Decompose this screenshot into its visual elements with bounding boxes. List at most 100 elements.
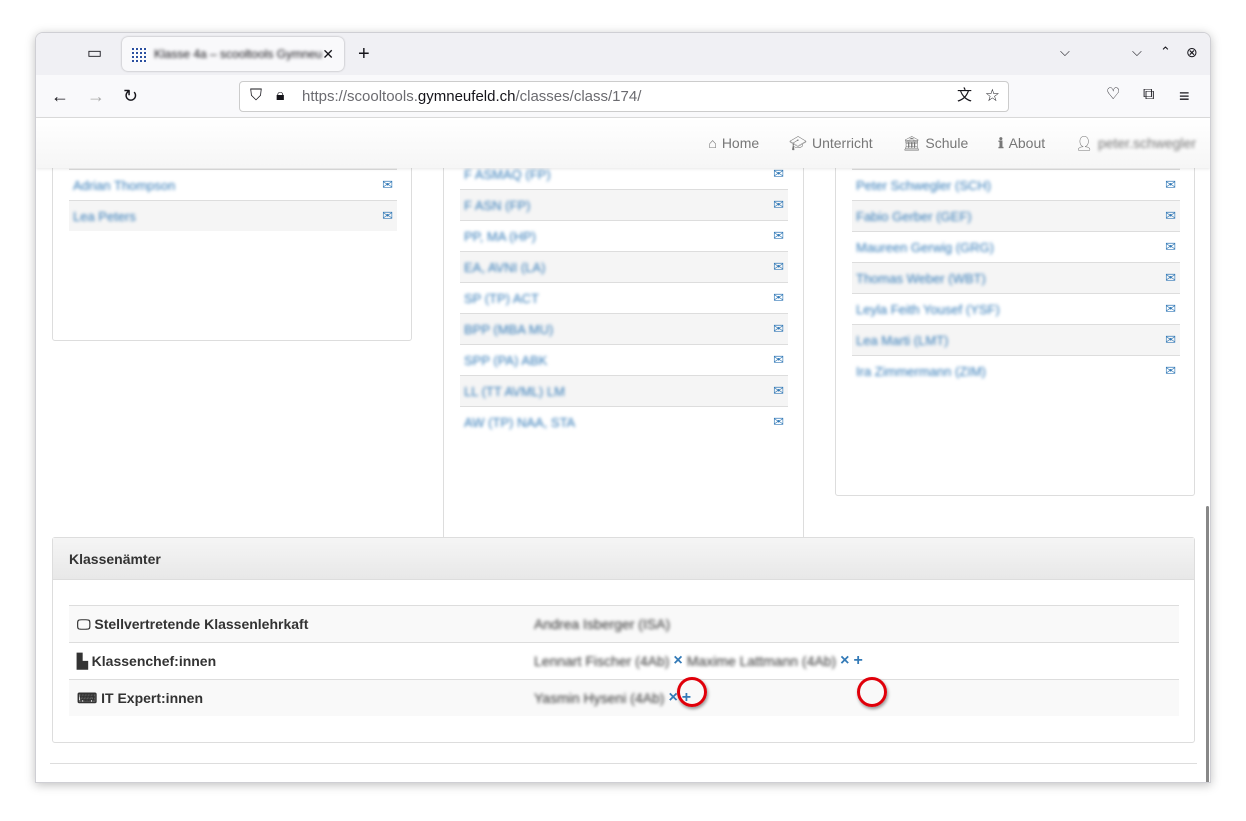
envelope-icon[interactable]: ✉ — [773, 228, 784, 244]
close-tab-icon[interactable]: ✕ — [322, 46, 334, 63]
envelope-icon[interactable]: ✉ — [1165, 177, 1176, 193]
nav-schule[interactable]: 🏛︎ Schule — [903, 135, 969, 152]
user-name: peter.schwegler — [1097, 135, 1196, 151]
person-link[interactable]: PP, MA (HP) — [464, 229, 536, 244]
envelope-icon[interactable]: ✉ — [1165, 239, 1176, 255]
list-item: F ASN (FP) ✉ — [460, 189, 788, 220]
person-link[interactable]: Peter Schwegler (SCH) — [856, 178, 991, 193]
teacher-list-card: Oliver Rohrmoser (PHC)✉Peter Schwegler (… — [835, 138, 1195, 496]
page-content: ⌂ Home 🎓︎ Unterricht 🏛︎ Schule ℹ About 👤︎ pet… — [36, 118, 1210, 782]
list-tabs-icon[interactable]: ⌵ — [1060, 45, 1070, 58]
envelope-icon[interactable]: ✉ — [773, 321, 784, 337]
person-link[interactable]: Leyla Feith Yousef (YSF) — [856, 302, 1000, 317]
role-member[interactable]: Lennart Fischer (4Ab) — [534, 653, 669, 669]
list-item: Ira Zimmermann (ZIM) ✉ — [852, 355, 1180, 386]
site-navbar: ⌂ Home 🎓︎ Unterricht 🏛︎ Schule ℹ About 👤︎ pet… — [36, 118, 1210, 168]
remove-icon[interactable]: × — [673, 652, 682, 670]
list-item: EA, AVNI (LA) ✉ — [460, 251, 788, 282]
person-link[interactable]: F ASMAQ (FP) — [464, 167, 551, 182]
url-bar[interactable]: ⛉ 🔒︎ https://scooltools.gymneufeld.ch/cl… — [239, 81, 1009, 112]
menu-icon[interactable]: ≡ — [1179, 87, 1190, 105]
subject-list-card: MU, FR, SS, MUO, FAN✉F ASMAQ (FP)✉F ASN … — [443, 127, 804, 548]
nav-label: About — [1008, 135, 1046, 151]
person-link[interactable]: SP (TP) ACT — [464, 291, 539, 306]
person-link[interactable]: Lea Marti (LMT) — [856, 333, 948, 348]
translate-icon[interactable]: 文 — [957, 88, 972, 103]
envelope-icon[interactable]: ✉ — [1165, 208, 1176, 224]
list-item: Thomas Weber (WBT) ✉ — [852, 262, 1180, 293]
envelope-icon[interactable]: ✉ — [773, 259, 784, 275]
graduation-cap-icon: 🎓︎ — [789, 134, 807, 151]
person-link[interactable]: Ira Zimmermann (ZIM) — [856, 364, 986, 379]
tab-overview-icon[interactable]: ▭ — [87, 46, 102, 62]
divider — [50, 763, 1197, 764]
envelope-icon[interactable]: ✉ — [773, 383, 784, 399]
bookmark-star-icon[interactable]: ☆ — [985, 87, 1000, 104]
minimize-icon[interactable]: ⌵ — [1132, 45, 1142, 58]
envelope-icon[interactable]: ✉ — [773, 352, 784, 368]
highlight-ring — [677, 677, 707, 707]
list-item: LL (TT AVML) LM ✉ — [460, 375, 788, 406]
envelope-icon[interactable]: ✉ — [773, 414, 784, 430]
klassenaemter-panel: Klassenämter 🖵 Stellvertretende Klassenl… — [52, 537, 1195, 743]
add-icon[interactable]: + — [854, 652, 863, 670]
reload-icon[interactable]: ↻ — [123, 87, 138, 105]
list-item: PP, MA (HP) ✉ — [460, 220, 788, 251]
role-member[interactable]: Andrea Isberger (ISA) — [534, 616, 670, 632]
envelope-icon[interactable]: ✉ — [773, 197, 784, 213]
person-link[interactable]: AW (TP) NAA, STA — [464, 415, 575, 430]
back-icon[interactable]: ← — [51, 87, 69, 105]
nav-user[interactable]: 👤︎ peter.schwegler — [1075, 135, 1196, 152]
table-row: ⌨ IT Expert:innen Yasmin Hyseni (4Ab) × + — [69, 679, 1179, 716]
user-icon: 👤︎ — [1075, 134, 1093, 151]
nav-home[interactable]: ⌂ Home — [708, 135, 759, 151]
list-item: SPP (PA) ABK ✉ — [460, 344, 788, 375]
shield-icon[interactable]: ⛉ — [250, 88, 262, 104]
lock-icon[interactable]: 🔒︎ — [276, 88, 285, 104]
envelope-icon[interactable]: ✉ — [1165, 332, 1176, 348]
role-member[interactable]: Yasmin Hyseni (4Ab) — [534, 690, 664, 706]
url-domain: gymneufeld.ch — [417, 88, 516, 105]
nav-label: Schule — [925, 135, 969, 151]
person-link[interactable]: Maureen Gerwig (GRG) — [856, 240, 994, 255]
person-link[interactable]: BPP (MBA MU) — [464, 322, 553, 337]
person-link[interactable]: Adrian Thompson — [73, 178, 175, 193]
pocket-icon[interactable]: ♡ — [1106, 87, 1120, 103]
person-link[interactable]: EA, AVNI (LA) — [464, 260, 545, 275]
envelope-icon[interactable]: ✉ — [1165, 270, 1176, 286]
envelope-icon[interactable]: ✉ — [773, 290, 784, 306]
person-link[interactable]: Lea Peters — [73, 209, 136, 224]
table-row: 🖵 Stellvertretende Klassenlehrkaft Andre… — [69, 605, 1179, 642]
forward-icon[interactable]: → — [87, 87, 105, 105]
new-tab-icon[interactable]: + — [358, 44, 370, 64]
remove-icon[interactable]: × — [840, 652, 849, 670]
list-item: BPP (MBA MU) ✉ — [460, 313, 788, 344]
role-label: Stellvertretende Klassenlehrkaft — [94, 615, 309, 632]
list-item: Fabio Gerber (GEF) ✉ — [852, 200, 1180, 231]
person-link[interactable]: Fabio Gerber (GEF) — [856, 209, 972, 224]
reader-icon: ▙ — [77, 652, 88, 669]
browser-tab[interactable]: Klasse 4a – scooltools Gymneufeld ✕ — [122, 37, 344, 71]
person-link[interactable]: LL (TT AVML) LM — [464, 384, 565, 399]
nav-label: Unterricht — [811, 135, 873, 151]
maximize-icon[interactable]: ⌃ — [1160, 45, 1171, 58]
envelope-icon[interactable]: ✉ — [1165, 301, 1176, 317]
close-window-icon[interactable]: ⊗ — [1186, 45, 1198, 59]
list-item: Lea Marti (LMT) ✉ — [852, 324, 1180, 355]
envelope-icon[interactable]: ✉ — [382, 208, 393, 224]
extensions-icon[interactable]: ⧉ — [1143, 87, 1154, 103]
scrollbar[interactable] — [1206, 506, 1209, 782]
teacher-list-card: Nur Talia Wallis✉Adrian Thompson✉Lea Pet… — [52, 138, 412, 341]
person-link[interactable]: F ASN (FP) — [464, 198, 530, 213]
envelope-icon[interactable]: ✉ — [773, 166, 784, 182]
tab-bar: ▭ Klasse 4a – scooltools Gymneufeld ✕ + … — [36, 33, 1210, 75]
person-link[interactable]: Thomas Weber (WBT) — [856, 271, 986, 286]
person-link[interactable]: SPP (PA) ABK — [464, 353, 547, 368]
nav-unterricht[interactable]: 🎓︎ Unterricht — [789, 135, 872, 152]
table-row: ▙ Klassenchef:innen Lennart Fischer (4Ab… — [69, 642, 1179, 679]
role-member[interactable]: Maxime Lattmann (4Ab) — [687, 653, 836, 669]
envelope-icon[interactable]: ✉ — [1165, 363, 1176, 379]
nav-about[interactable]: ℹ About — [998, 135, 1045, 152]
envelope-icon[interactable]: ✉ — [382, 177, 393, 193]
tab-title: Klasse 4a – scooltools Gymneufeld — [154, 47, 323, 61]
